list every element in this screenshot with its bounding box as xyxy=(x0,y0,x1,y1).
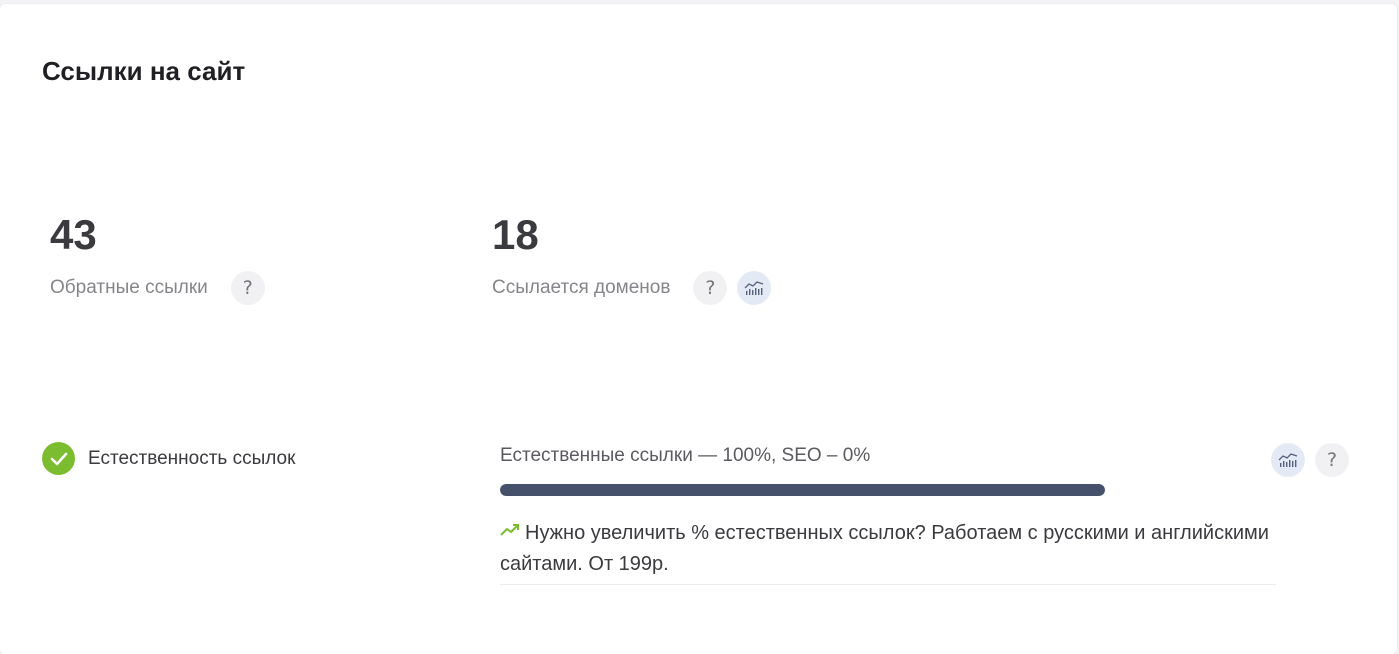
bar-chart-trend-icon[interactable] xyxy=(737,271,772,305)
trending-up-icon xyxy=(500,516,520,547)
links-card: Ссылки на сайт 43 Обратные ссылки ? 18 С… xyxy=(0,4,1397,654)
naturalness-item: Естественность ссылок xyxy=(42,442,295,475)
naturalness-promo: Нужно увеличить % естественных ссылок? Р… xyxy=(500,516,1276,585)
question-mark-icon[interactable]: ? xyxy=(230,271,265,305)
promo-link[interactable]: Нужно увеличить % естественных ссылок? Р… xyxy=(500,522,1269,575)
page-title: Ссылки на сайт xyxy=(42,56,246,86)
referring-domains-label: Ссылается доменов xyxy=(492,277,671,298)
check-circle-icon xyxy=(42,442,75,475)
backlinks-label: Обратные ссылки xyxy=(50,277,208,298)
metric-backlinks: 43 Обратные ссылки ? xyxy=(50,209,265,305)
naturalness-stats: Естественные ссылки — 100%, SEO – 0% xyxy=(500,445,871,466)
metric-referring-domains: 18 Ссылается доменов ? xyxy=(492,209,772,305)
referring-domains-count: 18 xyxy=(492,211,539,258)
naturalness-progress-fill xyxy=(500,484,1105,496)
question-mark-icon[interactable]: ? xyxy=(693,271,728,305)
naturalness-actions: ? xyxy=(1271,443,1349,477)
naturalness-progress-bar xyxy=(500,484,1105,496)
bar-chart-trend-icon[interactable] xyxy=(1271,443,1305,477)
question-mark-icon[interactable]: ? xyxy=(1315,443,1349,477)
backlinks-count: 43 xyxy=(50,211,97,258)
naturalness-label: Естественность ссылок xyxy=(88,447,296,469)
